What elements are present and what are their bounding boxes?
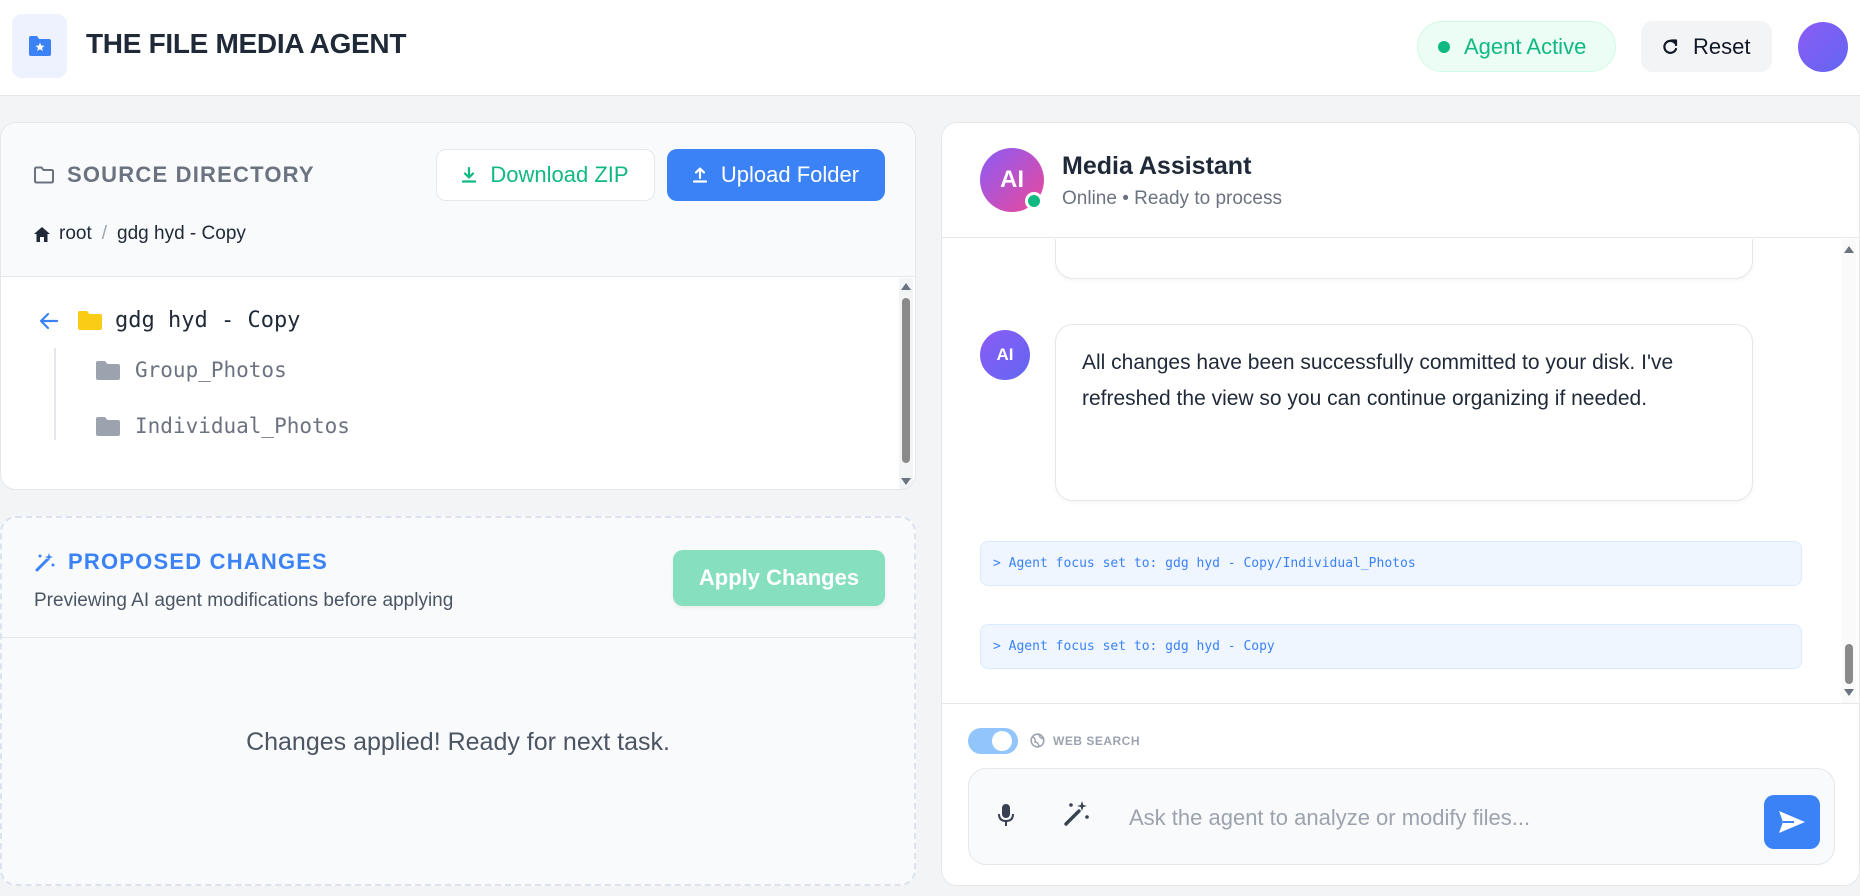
tree-current-folder[interactable]: gdg hyd - Copy bbox=[39, 308, 300, 333]
proposed-changes-header: PROPOSED CHANGES Previewing AI agent mod… bbox=[2, 518, 914, 638]
folder-outline-icon bbox=[34, 166, 54, 184]
current-folder-name: gdg hyd - Copy bbox=[115, 308, 301, 333]
reset-label: Reset bbox=[1693, 33, 1751, 59]
microphone-icon[interactable] bbox=[997, 803, 1015, 827]
home-icon bbox=[34, 226, 50, 242]
toggle-knob bbox=[992, 731, 1012, 751]
tree-item-group-photos[interactable]: Group_Photos bbox=[95, 358, 287, 382]
chat-panel: AI Media Assistant Online • Ready to pro… bbox=[941, 122, 1860, 886]
proposed-changes-label: PROPOSED CHANGES bbox=[68, 549, 329, 574]
chat-messages: AI All changes have been successfully co… bbox=[942, 239, 1859, 703]
breadcrumb-current[interactable]: gdg hyd - Copy bbox=[117, 223, 246, 245]
download-zip-button[interactable]: Download ZIP bbox=[436, 149, 655, 201]
magic-wand-icon[interactable] bbox=[1063, 799, 1091, 827]
agent-status-label: Agent Active bbox=[1464, 33, 1587, 59]
proposed-changes-panel: PROPOSED CHANGES Previewing AI agent mod… bbox=[0, 516, 916, 886]
tree-item-label: Group_Photos bbox=[135, 358, 287, 382]
proposed-changes-title: PROPOSED CHANGES bbox=[34, 549, 328, 575]
tree-connector bbox=[54, 348, 56, 440]
source-directory-header: SOURCE DIRECTORY Download ZIP Upload Fol… bbox=[1, 123, 915, 277]
magic-wand-icon bbox=[35, 553, 55, 572]
app-title: THE FILE MEDIA AGENT bbox=[86, 28, 407, 59]
scroll-thumb[interactable] bbox=[902, 298, 910, 463]
changes-status-message: Changes applied! Ready for next task. bbox=[246, 728, 670, 756]
source-directory-panel: SOURCE DIRECTORY Download ZIP Upload Fol… bbox=[0, 122, 916, 490]
folder-icon bbox=[96, 416, 120, 436]
agent-log-line: > Agent focus set to: gdg hyd - Copy/Ind… bbox=[980, 541, 1802, 586]
upload-folder-button[interactable]: Upload Folder bbox=[667, 149, 885, 201]
tree-item-label: Individual_Photos bbox=[135, 414, 350, 438]
folder-tree: gdg hyd - Copy Group_Photos Individual_P… bbox=[1, 278, 901, 489]
user-avatar[interactable] bbox=[1798, 22, 1848, 72]
folder-star-icon bbox=[28, 36, 51, 56]
folder-icon bbox=[96, 360, 120, 380]
message-avatar: AI bbox=[980, 330, 1030, 380]
upload-folder-label: Upload Folder bbox=[720, 162, 860, 187]
chat-header: AI Media Assistant Online • Ready to pro… bbox=[942, 123, 1859, 238]
assistant-status: Online • Ready to process bbox=[1062, 188, 1282, 209]
source-directory-label: SOURCE DIRECTORY bbox=[67, 162, 315, 187]
download-icon bbox=[462, 167, 477, 183]
agent-status-badge: Agent Active bbox=[1417, 21, 1616, 72]
web-search-label: WEB SEARCH bbox=[1030, 733, 1140, 748]
back-arrow-icon[interactable] bbox=[39, 312, 59, 330]
message-bubble bbox=[1055, 239, 1753, 279]
folder-icon bbox=[78, 311, 102, 330]
refresh-icon bbox=[1663, 38, 1678, 54]
tree-scrollbar[interactable] bbox=[899, 278, 913, 489]
app-logo bbox=[12, 14, 67, 78]
web-search-toggle[interactable] bbox=[968, 728, 1018, 754]
tree-item-individual-photos[interactable]: Individual_Photos bbox=[95, 414, 350, 438]
breadcrumb-root[interactable]: root bbox=[59, 223, 92, 245]
scroll-up-icon[interactable] bbox=[1844, 246, 1854, 253]
status-dot-icon bbox=[1438, 40, 1450, 53]
proposed-changes-subtitle: Previewing AI agent modifications before… bbox=[34, 590, 454, 611]
scroll-up-icon[interactable] bbox=[901, 283, 911, 290]
breadcrumb: root / gdg hyd - Copy bbox=[33, 223, 246, 245]
apply-changes-button[interactable]: Apply Changes bbox=[673, 550, 885, 606]
chat-input[interactable] bbox=[1129, 798, 1729, 838]
app-header: THE FILE MEDIA AGENT Agent Active Reset bbox=[0, 0, 1860, 96]
scroll-thumb[interactable] bbox=[1845, 644, 1853, 684]
chat-scrollbar[interactable] bbox=[1842, 239, 1856, 703]
globe-icon bbox=[1030, 733, 1045, 748]
breadcrumb-separator: / bbox=[101, 223, 108, 244]
send-button[interactable] bbox=[1764, 795, 1820, 849]
download-zip-label: Download ZIP bbox=[490, 162, 629, 187]
scroll-down-icon[interactable] bbox=[901, 478, 911, 485]
chat-input-box bbox=[968, 768, 1835, 865]
web-search-text: WEB SEARCH bbox=[1053, 733, 1141, 748]
source-directory-title: SOURCE DIRECTORY bbox=[33, 162, 315, 188]
assistant-name: Media Assistant bbox=[1062, 152, 1252, 180]
agent-log-line: > Agent focus set to: gdg hyd - Copy bbox=[980, 624, 1802, 669]
reset-button[interactable]: Reset bbox=[1641, 21, 1772, 72]
chat-composer: WEB SEARCH bbox=[942, 703, 1859, 885]
upload-icon bbox=[692, 167, 707, 183]
online-indicator bbox=[1025, 192, 1043, 210]
message-bubble: All changes have been successfully commi… bbox=[1055, 324, 1753, 501]
scroll-down-icon[interactable] bbox=[1844, 689, 1854, 696]
send-icon bbox=[1779, 811, 1805, 833]
